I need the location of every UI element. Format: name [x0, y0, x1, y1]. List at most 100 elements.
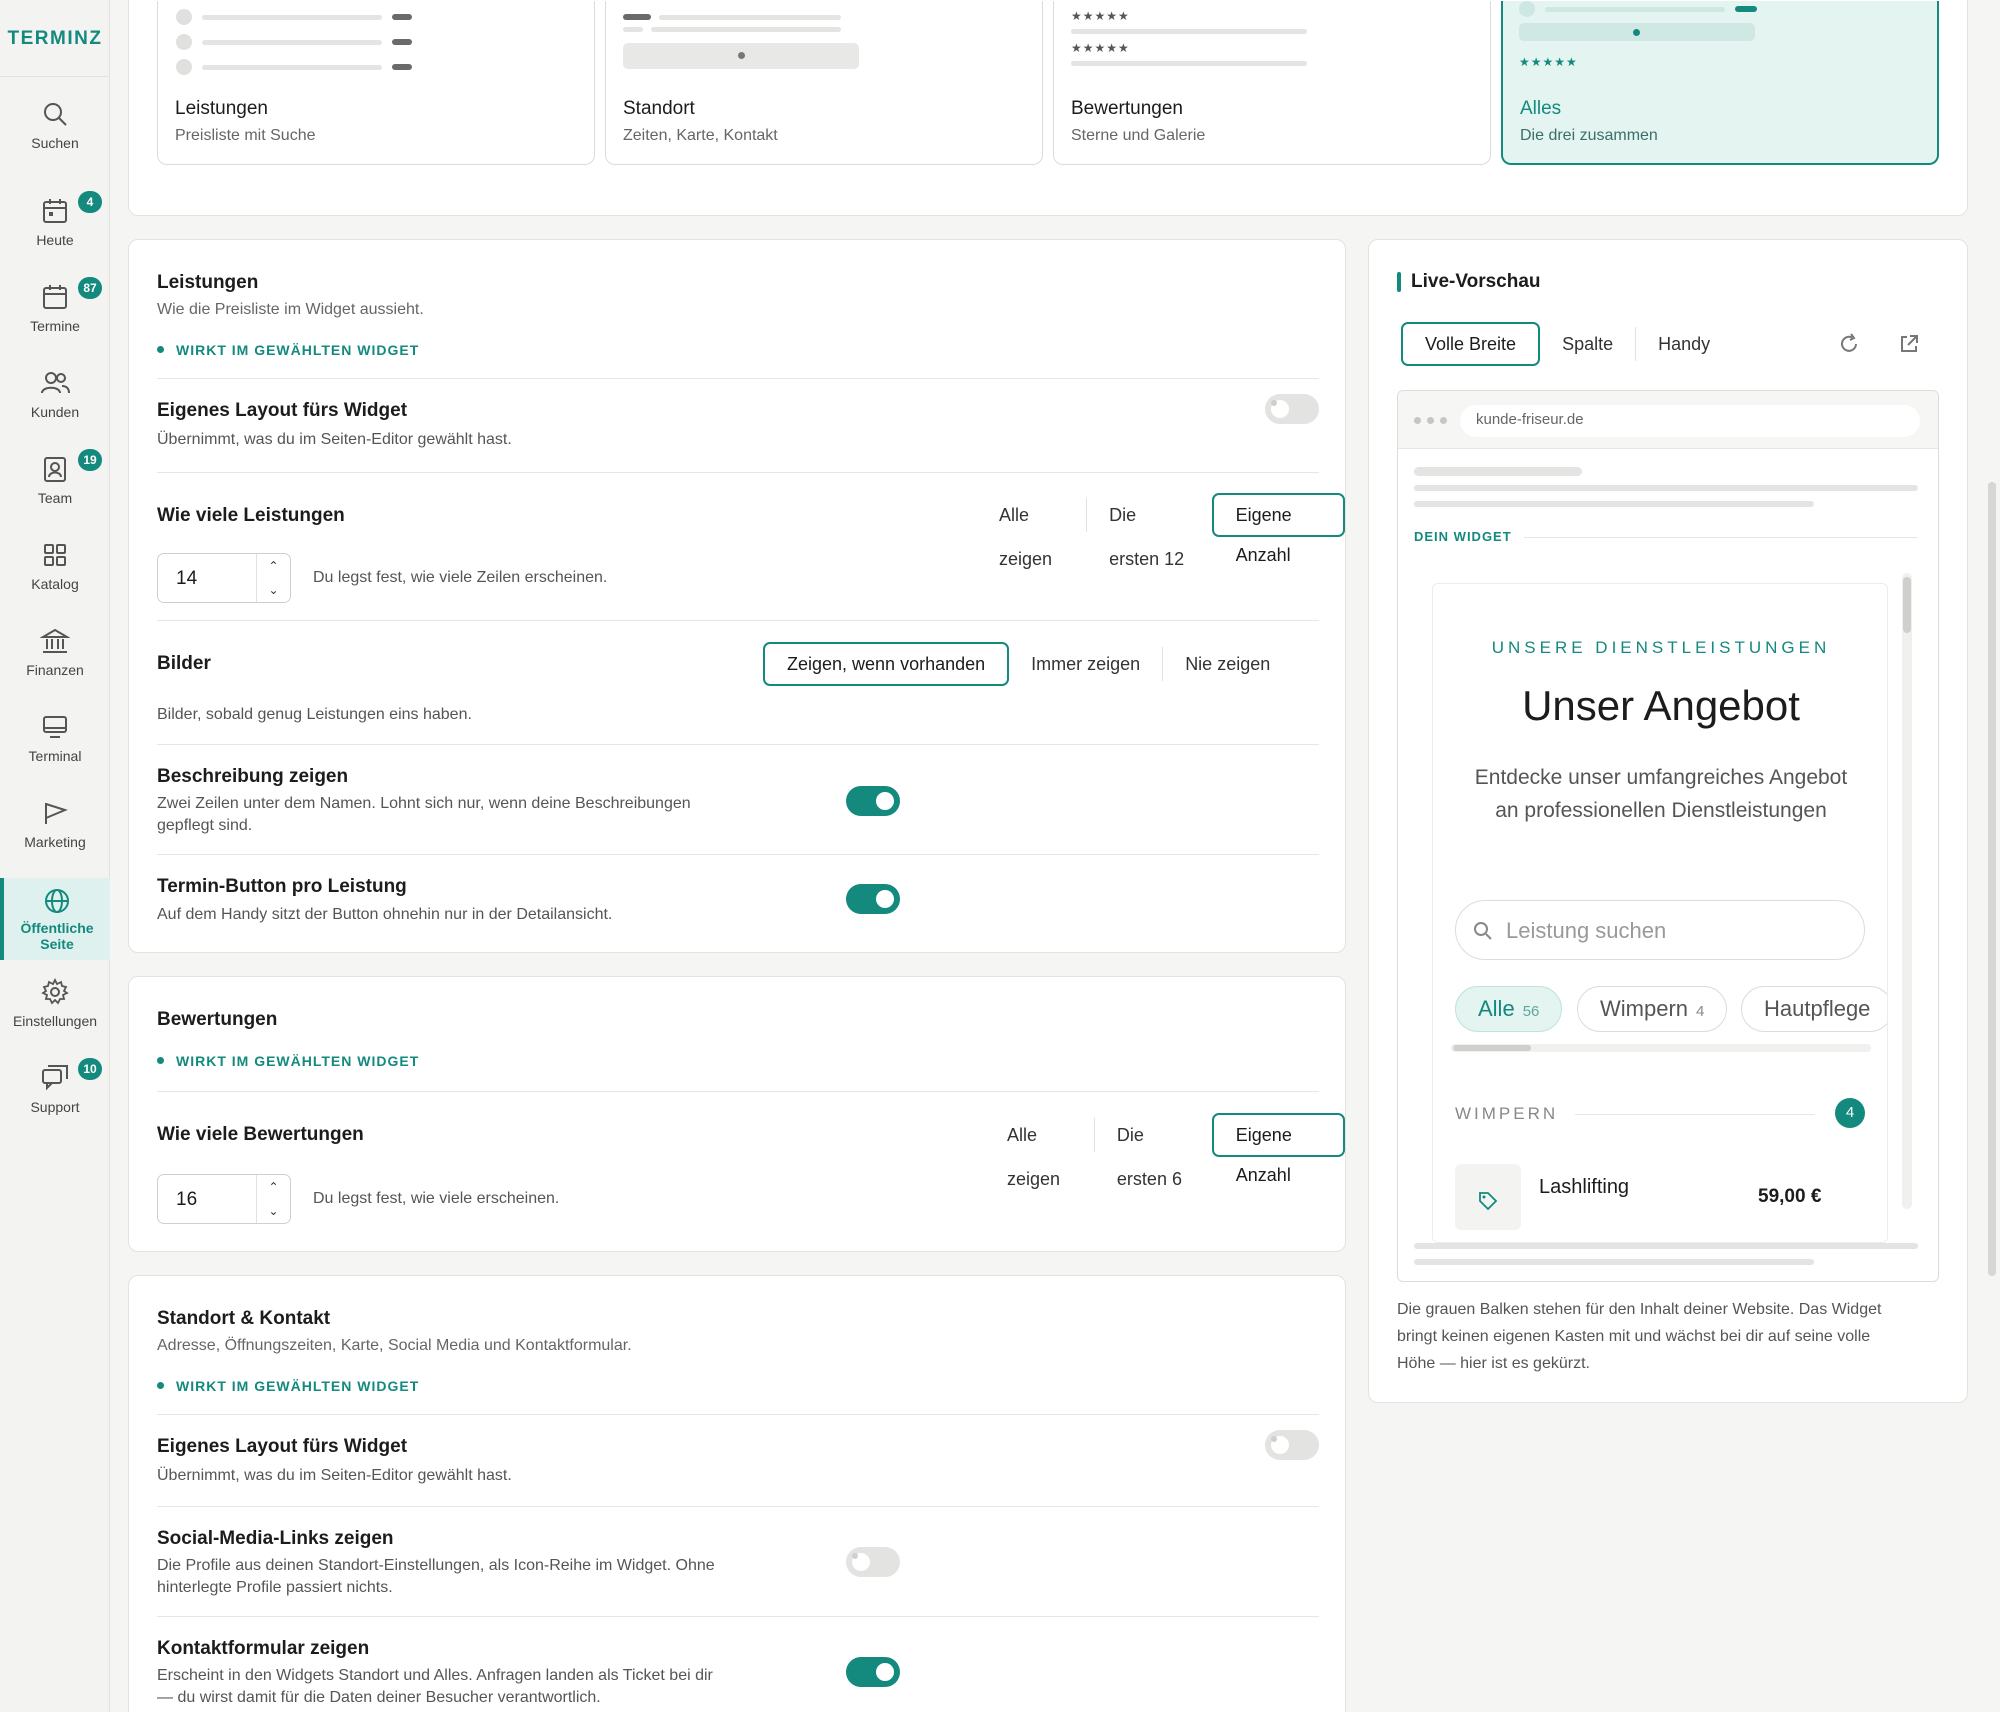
stars-icon: ★★★★★ — [1071, 9, 1130, 23]
filter-chip-hautpflege[interactable]: Hautpflege — [1741, 986, 1887, 1032]
browser-frame: kunde-friseur.de DEIN WIDGET UNSERE DIEN… — [1397, 390, 1939, 1282]
badge-count: 87 — [78, 277, 102, 299]
section-subtitle: Wie die Preisliste im Widget aussieht. — [157, 301, 424, 318]
page-scrollbar[interactable] — [1988, 482, 1996, 1276]
stepper-value: 16 — [176, 1189, 198, 1210]
stepper-value: 14 — [176, 568, 198, 589]
tab-volle-breite[interactable]: Volle Breite — [1401, 322, 1541, 366]
review-count-stepper[interactable]: 16 ⌃ ⌄ — [157, 1174, 291, 1224]
booking-button-toggle[interactable] — [846, 884, 900, 914]
option-show-if-available[interactable]: Zeigen, wenn vorhanden — [763, 642, 1010, 686]
images-hint: Bilder, sobald genug Leistungen eins hab… — [157, 706, 472, 723]
stepper-hint: Du legst fest, wie viele erscheinen. — [313, 1190, 560, 1207]
external-link-icon[interactable] — [1897, 332, 1921, 356]
sidebar-item-suchen[interactable]: Suchen — [0, 100, 110, 176]
sidebar-item-katalog[interactable]: Katalog — [0, 541, 110, 617]
calendar-icon — [43, 285, 67, 309]
own-layout-toggle[interactable] — [1265, 1430, 1319, 1460]
option-custom-count[interactable]: Eigene Anzahl — [1211, 493, 1345, 565]
divider — [157, 1414, 1319, 1415]
badge-count: 4 — [78, 191, 102, 213]
option-all[interactable]: Alle zeigen — [977, 493, 1086, 569]
brand-logo: TERMINZ — [7, 28, 103, 49]
scope-tag: WIRKT IM GEWÄHLTEN WIDGET — [157, 342, 419, 358]
social-links-toggle[interactable] — [846, 1547, 900, 1577]
live-preview-panel: Live-Vorschau Volle Breite Spalte Handy … — [1368, 239, 1968, 1403]
option-all[interactable]: Alle zeigen — [985, 1113, 1094, 1189]
widget-search-input[interactable]: Leistung suchen — [1455, 900, 1865, 960]
bank-icon — [40, 628, 70, 653]
sidebar-item-einstellungen[interactable]: Einstellungen — [0, 978, 110, 1054]
filter-chip-alle[interactable]: Alle 56 — [1455, 986, 1563, 1032]
sidebar-item-oeffentliche-seite[interactable]: Öffentliche Seite — [0, 878, 110, 960]
widget-card-title: Leistungen — [175, 98, 268, 119]
option-first-6[interactable]: Die ersten 6 — [1095, 1113, 1211, 1189]
own-layout-toggle[interactable] — [1265, 394, 1319, 424]
widget-card-title: Bewertungen — [1071, 98, 1183, 119]
service-count-stepper[interactable]: 14 ⌃ ⌄ — [157, 553, 291, 603]
widget-type-panel: Leistungen Preisliste mit Suche Standort… — [128, 0, 1968, 216]
setting-description: — du wirst damit für die Daten deiner Be… — [157, 1689, 601, 1706]
bewertungen-settings-panel: Bewertungen WIRKT IM GEWÄHLTEN WIDGET Wi… — [128, 976, 1346, 1252]
stepper-arrows: ⌃ ⌄ — [256, 554, 290, 602]
widget-card-subtitle: Zeiten, Karte, Kontakt — [623, 127, 778, 144]
sidebar-item-label: Marketing — [24, 834, 86, 850]
monitor-icon — [43, 716, 67, 738]
chevron-up-icon[interactable]: ⌃ — [257, 554, 290, 578]
option-first-12[interactable]: Die ersten 12 — [1087, 493, 1210, 569]
chip-label: Hautpflege — [1764, 996, 1871, 1021]
tab-handy[interactable]: Handy — [1636, 322, 1732, 366]
chevron-down-icon[interactable]: ⌄ — [257, 1199, 290, 1223]
contact-form-toggle[interactable] — [846, 1657, 900, 1687]
count-segmented-control: Alle zeigen Die ersten 12 Eigene Anzahl — [977, 493, 1345, 569]
widget-lead: Entdecke unser umfangreiches Angebot — [1474, 766, 1848, 789]
preview-title: Live-Vorschau — [1411, 271, 1541, 292]
sidebar-item-label: Einstellungen — [12, 1013, 98, 1029]
chevron-up-icon[interactable]: ⌃ — [257, 1175, 290, 1199]
globe-icon — [45, 889, 69, 913]
calendar-icon — [43, 199, 67, 223]
chevron-down-icon[interactable]: ⌄ — [257, 578, 290, 602]
setting-description: Die Profile aus deinen Standort-Einstell… — [157, 1557, 715, 1574]
option-always-show[interactable]: Immer zeigen — [1009, 642, 1162, 686]
service-image — [1455, 1164, 1521, 1230]
widget-card-title: Alles — [1520, 98, 1562, 119]
stars-icon: ★★★★★ — [1519, 55, 1578, 69]
chip-label: Alle — [1478, 996, 1515, 1021]
setting-description: gepflegt sind. — [157, 817, 253, 834]
stepper-hint: Du legst fest, wie viele Zeilen erschein… — [313, 569, 608, 586]
sidebar-item-team[interactable]: Team 19 — [0, 449, 110, 531]
sidebar-item-finanzen[interactable]: Finanzen — [0, 627, 110, 703]
standort-settings-panel: Standort & Kontakt Adresse, Öffnungszeit… — [128, 1275, 1346, 1712]
megaphone-icon — [45, 803, 68, 824]
section-title: Bewertungen — [157, 1009, 278, 1030]
section-subtitle: Adresse, Öffnungszeiten, Karte, Social M… — [157, 1337, 632, 1354]
sidebar-item-marketing[interactable]: Marketing — [0, 799, 110, 875]
sidebar-item-kunden[interactable]: Kunden — [0, 369, 110, 445]
tab-spalte[interactable]: Spalte — [1540, 322, 1635, 366]
sidebar-item-terminal[interactable]: Terminal — [0, 713, 110, 789]
widget-card-standort[interactable]: Standort Zeiten, Karte, Kontakt — [605, 1, 1043, 165]
sidebar-item-label: Termine — [30, 318, 80, 334]
option-custom-count[interactable]: Eigene Anzahl — [1211, 1113, 1345, 1185]
sidebar-item-label: Katalog — [31, 576, 79, 592]
widget-card-alles[interactable]: ★★★★★ Alles Die drei zusammen — [1501, 1, 1939, 165]
setting-title: Social-Media-Links zeigen — [157, 1528, 394, 1549]
widget-scrollbar[interactable] — [1902, 573, 1912, 1209]
stars-icon: ★★★★★ — [1071, 41, 1130, 55]
widget-preview: UNSERE DIENSTLEISTUNGEN Unser Angebot En… — [1432, 583, 1888, 1243]
sidebar-item-heute[interactable]: Heute 4 — [0, 191, 110, 273]
sidebar-item-label: Kunden — [30, 404, 80, 420]
widget-card-bewertungen[interactable]: ★★★★★ ★★★★★ Bewertungen Sterne und Galer… — [1053, 1, 1491, 165]
setting-description: Auf dem Handy sitzt der Button ohnehin n… — [157, 906, 613, 923]
widget-card-leistungen[interactable]: Leistungen Preisliste mit Suche — [157, 1, 595, 165]
widget-card-subtitle: Preisliste mit Suche — [175, 127, 316, 144]
sidebar-item-label: Terminal — [28, 748, 82, 764]
service-name[interactable]: Lashlifting — [1539, 1176, 1629, 1199]
description-toggle[interactable] — [846, 786, 900, 816]
option-never-show[interactable]: Nie zeigen — [1163, 642, 1292, 686]
sidebar-item-support[interactable]: Support 10 — [0, 1058, 110, 1140]
sidebar-item-termine[interactable]: Termine 87 — [0, 277, 110, 359]
refresh-icon[interactable] — [1837, 332, 1861, 356]
filter-chip-wimpern[interactable]: Wimpern 4 — [1577, 986, 1728, 1032]
